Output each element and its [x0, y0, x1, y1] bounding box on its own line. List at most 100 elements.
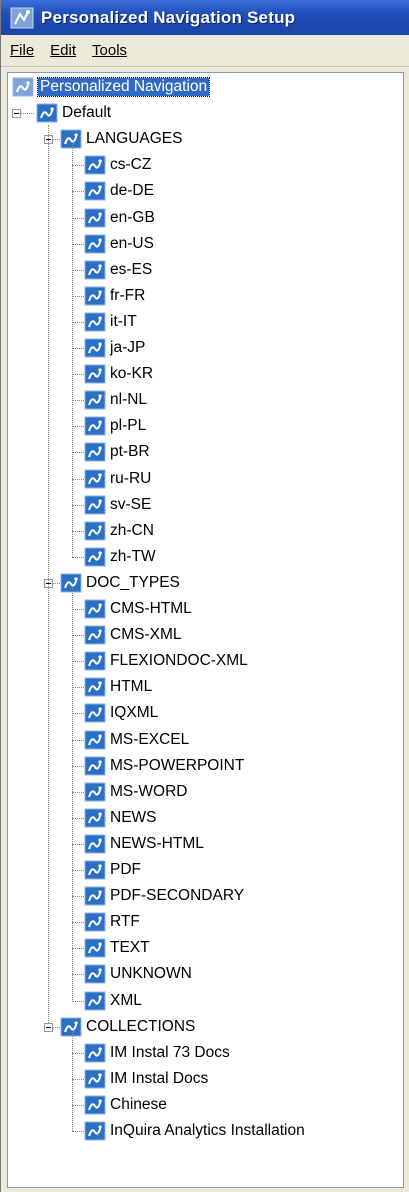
tree-node-label: MS-WORD: [110, 782, 188, 800]
tree-leaf-languages[interactable]: en-US: [84, 232, 154, 256]
tree-node-label: es-ES: [110, 260, 153, 278]
tree-node-label: NEWS-HTML: [110, 834, 204, 852]
tree-leaf-languages[interactable]: sv-SE: [84, 493, 151, 517]
tree-node-label: LANGUAGES: [86, 130, 183, 148]
tree-node-collections[interactable]: COLLECTIONS: [60, 1015, 195, 1039]
tree-leaf-collections[interactable]: IM Instal 73 Docs: [84, 1041, 230, 1065]
tree-leaf-languages[interactable]: zh-TW: [84, 545, 156, 569]
menu-file-label: File: [10, 42, 35, 59]
collapse-toggle-icon[interactable]: [12, 109, 21, 119]
tree-node-icon: [60, 573, 82, 593]
tree-leaf-doc_types[interactable]: CMS-HTML: [84, 597, 192, 621]
tree-leaf-doc_types[interactable]: TEXT: [84, 936, 150, 960]
tree-leaf-collections[interactable]: Chinese: [84, 1093, 167, 1117]
tree-connector-line: [72, 1031, 73, 1131]
tree-node-label: IM Instal 73 Docs: [110, 1043, 230, 1061]
tree-node-doc-types[interactable]: DOC_TYPES: [60, 571, 180, 595]
tree-connector-line: [72, 269, 84, 271]
tree-node-icon: [84, 312, 106, 332]
tree-root-node[interactable]: Personalized Navigation: [12, 75, 211, 99]
tree-connector-line: [72, 661, 84, 663]
tree-leaf-languages[interactable]: pl-PL: [84, 414, 146, 438]
tree-node-label: PDF-SECONDARY: [110, 887, 245, 905]
tree-leaf-doc_types[interactable]: HTML: [84, 675, 152, 699]
tree-connector-line: [72, 144, 73, 557]
tree-leaf-doc_types[interactable]: IQXML: [84, 701, 158, 725]
tree-connector-line: [72, 791, 84, 793]
tree-node-label: CMS-HTML: [110, 600, 192, 617]
tree-leaf-doc_types[interactable]: MS-POWERPOINT: [84, 754, 244, 778]
tree-node-label: UNKNOWN: [110, 965, 192, 983]
tree-leaf-languages[interactable]: es-ES: [84, 258, 152, 282]
tree-leaf-doc_types[interactable]: NEWS-HTML: [84, 832, 204, 856]
navigation-tree[interactable]: Personalized Navigation Default LANGUAGES c…: [7, 72, 404, 1188]
tree-connector-line: [72, 974, 84, 976]
tree-connector-line: [72, 400, 84, 402]
tree-leaf-languages[interactable]: ko-KR: [84, 362, 153, 386]
tree-leaf-languages[interactable]: nl-NL: [84, 388, 147, 412]
tree-leaf-doc_types[interactable]: MS-WORD: [84, 780, 188, 804]
tree-leaf-doc_types[interactable]: PDF-SECONDARY: [84, 884, 244, 908]
tree-node-icon: [84, 651, 106, 671]
tree-node-label: FLEXIONDOC-XML: [110, 652, 248, 670]
tree-leaf-languages[interactable]: de-DE: [84, 179, 154, 203]
tree-node-label: NEWS: [110, 808, 157, 826]
tree-leaf-doc_types[interactable]: MS-EXCEL: [84, 728, 189, 752]
tree-node-label: TEXT: [110, 939, 150, 957]
tree-leaf-collections[interactable]: InQuira Analytics Installation: [84, 1119, 305, 1143]
tree-leaf-languages[interactable]: fr-FR: [84, 284, 145, 308]
menu-tools[interactable]: Tools: [92, 42, 127, 59]
tree-node-label: XML: [110, 991, 142, 1009]
tree-node-icon: [36, 103, 58, 123]
tree-leaf-doc_types[interactable]: PDF: [84, 858, 141, 882]
tree-node-label: HTML: [110, 678, 153, 696]
tree-connector-line: [72, 504, 84, 506]
tree-node-icon: [84, 964, 106, 984]
tree-connector-line: [72, 478, 84, 480]
tree-node-label: it-IT: [110, 312, 137, 330]
tree-connector-line: [72, 870, 84, 871]
tree-connector-line: [53, 1026, 60, 1028]
tree-leaf-doc_types[interactable]: UNKNOWN: [84, 962, 192, 986]
tree-leaf-languages[interactable]: zh-CN: [84, 519, 154, 543]
tree-leaf-doc_types[interactable]: FLEXIONDOC-XML: [84, 649, 248, 673]
tree-leaf-languages[interactable]: en-GB: [84, 206, 155, 230]
tree-leaf-collections[interactable]: IM Instal Docs: [84, 1067, 208, 1091]
tree-node-icon: [84, 495, 106, 515]
tree-connector-line: [72, 843, 84, 845]
tree-connector-line: [72, 587, 73, 1001]
tree-node-label: pl-PL: [110, 417, 147, 435]
tree-leaf-doc_types[interactable]: RTF: [84, 910, 140, 934]
tree-leaf-languages[interactable]: cs-CZ: [84, 153, 151, 177]
tree-node-label: MS-EXCEL: [110, 730, 190, 748]
tree-node-label: PDF: [110, 861, 141, 878]
tree-leaf-languages[interactable]: it-IT: [84, 310, 137, 334]
tree-node-icon: [60, 1017, 82, 1037]
menu-edit[interactable]: Edit: [50, 42, 76, 59]
tree-leaf-doc_types[interactable]: XML: [84, 989, 142, 1013]
tree-leaf-doc_types[interactable]: CMS-XML: [84, 623, 181, 647]
tree-connector-line: [72, 374, 84, 376]
tree-connector-line: [72, 765, 84, 767]
tree-connector-line: [72, 635, 84, 637]
tree-node-label: COLLECTIONS: [86, 1017, 196, 1035]
tree-node-label: IQXML: [110, 704, 159, 722]
menu-file[interactable]: File: [10, 42, 34, 59]
tree-node-label: cs-CZ: [110, 156, 152, 174]
tree-connector-line: [72, 687, 84, 689]
tree-connector-line: [72, 295, 84, 297]
tree-leaf-languages[interactable]: pt-BR: [84, 440, 150, 464]
tree-node-icon: [84, 1121, 106, 1141]
tree-node-default[interactable]: Default: [36, 101, 111, 125]
tree-leaf-doc_types[interactable]: NEWS: [84, 806, 157, 830]
tree-leaf-languages[interactable]: ja-JP: [84, 336, 145, 360]
tree-connector-line: [53, 582, 60, 584]
tree-node-icon: [84, 364, 106, 384]
tree-node-icon: [84, 808, 106, 828]
tree-connector-line: [72, 896, 84, 898]
title-bar[interactable]: Personalized Navigation Setup: [1, 0, 409, 35]
collapse-toggle-icon[interactable]: [44, 1022, 53, 1032]
tree-node-languages[interactable]: LANGUAGES: [60, 127, 182, 151]
tree-leaf-languages[interactable]: ru-RU: [84, 467, 151, 491]
window-title: Personalized Navigation Setup: [41, 7, 296, 27]
